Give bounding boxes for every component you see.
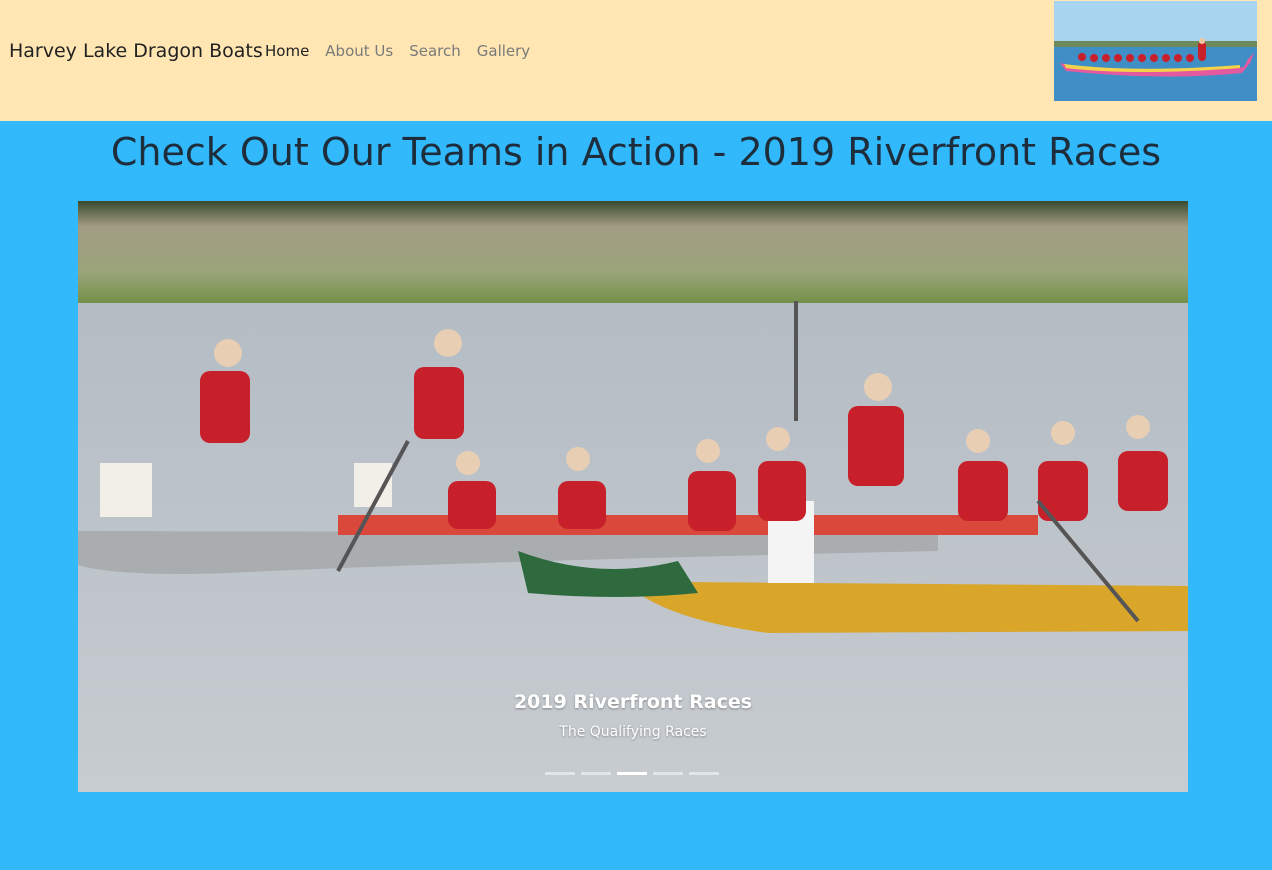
carousel-indicator-4[interactable] xyxy=(653,772,683,775)
nav-link-about-us[interactable]: About Us xyxy=(325,42,393,60)
carousel-caption-text: The Qualifying Races xyxy=(559,724,707,740)
nav-link-search[interactable]: Search xyxy=(409,42,461,60)
carousel-caption-title: 2019 Riverfront Races xyxy=(513,691,753,713)
page-title: Check Out Our Teams in Action - 2019 Riv… xyxy=(110,130,1162,174)
carousel-indicator-1[interactable] xyxy=(545,772,575,775)
carousel[interactable]: 2019 Riverfront Races The Qualifying Rac… xyxy=(78,201,1188,792)
nav-link-gallery[interactable]: Gallery xyxy=(477,42,530,60)
carousel-indicators xyxy=(545,772,725,775)
carousel-indicator-5[interactable] xyxy=(689,772,719,775)
brand-link[interactable]: Harvey Lake Dragon Boats xyxy=(9,40,263,62)
nav-link-home[interactable]: Home xyxy=(265,42,309,60)
nav-links: Home About Us Search Gallery xyxy=(265,42,546,60)
navbar: Harvey Lake Dragon Boats Home About Us S… xyxy=(0,0,1272,121)
dragon-boat-logo-image xyxy=(1054,1,1257,101)
carousel-indicator-2[interactable] xyxy=(581,772,611,775)
carousel-indicator-3[interactable] xyxy=(617,772,647,775)
